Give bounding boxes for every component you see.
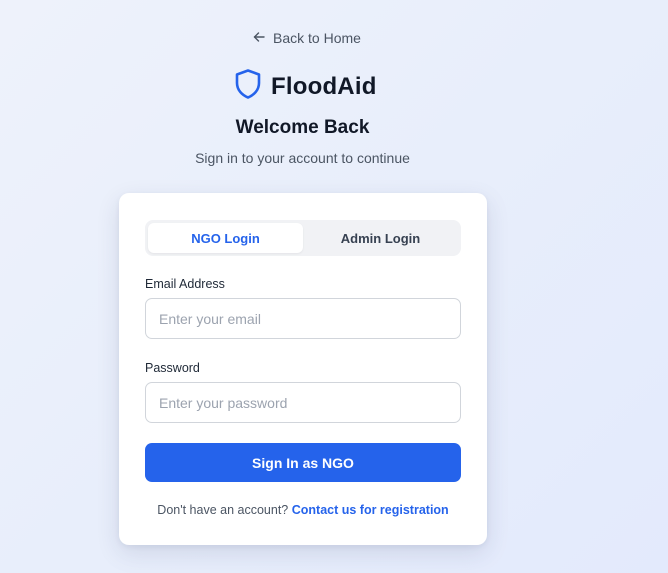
email-field[interactable] <box>145 298 461 339</box>
brand-name: FloodAid <box>271 72 377 100</box>
password-field[interactable] <box>145 382 461 423</box>
shield-icon <box>234 68 262 105</box>
registration-prompt-text: Don't have an account? <box>157 503 289 517</box>
back-to-home-link[interactable]: Back to Home <box>253 30 361 46</box>
tab-admin-login[interactable]: Admin Login <box>303 223 458 253</box>
sign-in-button[interactable]: Sign In as NGO <box>145 443 461 482</box>
page-title: Welcome Back <box>235 117 370 138</box>
login-card: NGO Login Admin Login Email Address Pass… <box>119 193 487 545</box>
password-label: Password <box>145 361 200 375</box>
email-label: Email Address <box>145 277 225 291</box>
tab-ngo-login[interactable]: NGO Login <box>148 223 303 253</box>
login-page: Back to Home FloodAid Welcome Back Sign … <box>0 0 668 573</box>
back-link-label: Back to Home <box>273 30 361 46</box>
login-type-tabs: NGO Login Admin Login <box>145 220 461 256</box>
brand-logo: FloodAid <box>234 68 377 105</box>
page-subtitle: Sign in to your account to continue <box>195 150 410 166</box>
contact-registration-link[interactable]: Contact us for registration <box>292 503 449 517</box>
arrow-left-icon <box>253 30 265 46</box>
registration-prompt: Don't have an account? Contact us for re… <box>119 503 487 517</box>
